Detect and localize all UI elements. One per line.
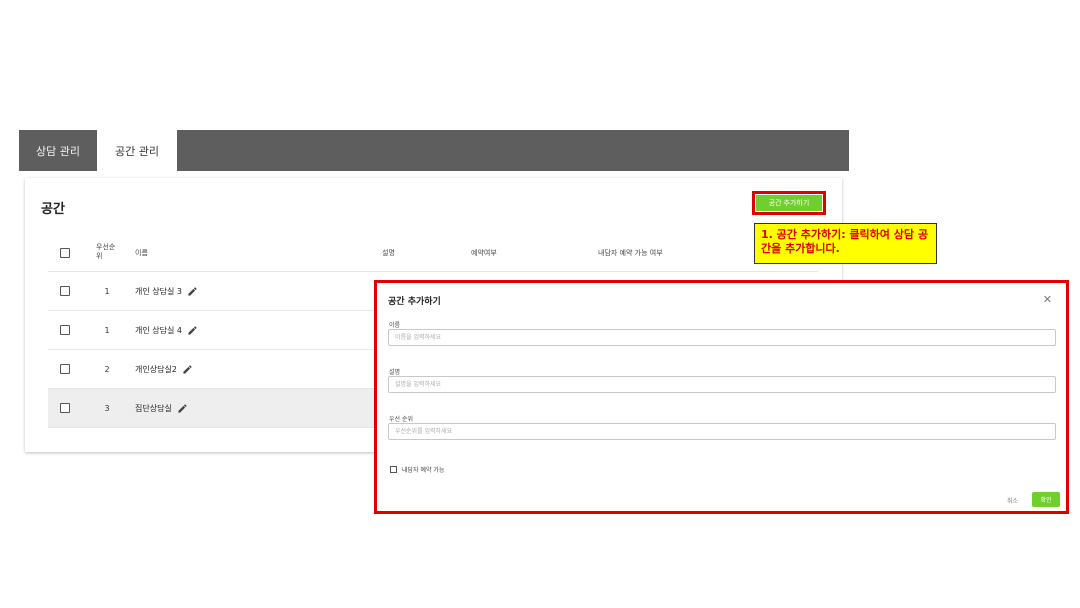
modal-highlight: 공간 추가하기 ✕ 이름 설명 우선 순위 내담자 예약 가능 취소 확인 (374, 280, 1069, 514)
table-header: 우선순위 이름 설명 예약여부 내담자 예약 가능 여부 (48, 236, 818, 272)
pencil-icon[interactable] (187, 286, 198, 297)
close-icon[interactable]: ✕ (1043, 293, 1052, 306)
tab-bar: 상담 관리 공간 관리 (19, 130, 849, 171)
row-checkbox-icon[interactable] (60, 403, 70, 413)
row-priority: 3 (104, 404, 110, 413)
header-description: 설명 (382, 249, 395, 257)
row-name: 집단상담실 (135, 403, 188, 414)
priority-label: 우선 순위 (389, 416, 413, 423)
row-name-text: 집단상담실 (135, 404, 172, 413)
modal-title: 공간 추가하기 (388, 297, 441, 307)
description-input[interactable] (388, 376, 1056, 393)
cancel-button[interactable]: 취소 (1007, 496, 1018, 505)
header-internal-reservation: 내담자 예약 가능 여부 (598, 249, 663, 257)
select-all-checkbox-icon[interactable] (60, 248, 70, 258)
header-name: 이름 (135, 249, 148, 257)
row-name: 개인상담실2 (135, 364, 193, 375)
row-checkbox-icon[interactable] (60, 364, 70, 374)
name-input[interactable] (388, 329, 1056, 346)
confirm-button[interactable]: 확인 (1032, 492, 1060, 507)
description-label: 설명 (389, 369, 401, 376)
add-space-modal: 공간 추가하기 ✕ 이름 설명 우선 순위 내담자 예약 가능 취소 확인 (377, 283, 1066, 511)
add-space-button[interactable]: 공간 추가하기 (756, 195, 822, 211)
client-reservation-option[interactable]: 내담자 예약 가능 (390, 465, 444, 474)
row-name-text: 개인 상담실 4 (135, 326, 182, 335)
section-title: 공간 (41, 202, 65, 217)
row-priority: 1 (104, 326, 110, 335)
add-button-highlight: 공간 추가하기 (752, 191, 826, 215)
pencil-icon[interactable] (187, 325, 198, 336)
name-label: 이름 (389, 322, 401, 329)
annotation-note: 1. 공간 추가하기: 클릭하여 상담 공간을 추가합니다. (754, 223, 937, 264)
tab-consultation-management[interactable]: 상담 관리 (19, 130, 97, 171)
header-priority: 우선순위 (96, 243, 116, 260)
checkbox-icon[interactable] (390, 466, 397, 473)
pencil-icon[interactable] (182, 364, 193, 375)
row-priority: 1 (104, 287, 110, 296)
tab-space-management[interactable]: 공간 관리 (97, 130, 177, 171)
row-name: 개인 상담실 4 (135, 325, 198, 336)
client-reservation-label: 내담자 예약 가능 (402, 467, 445, 474)
row-checkbox-icon[interactable] (60, 325, 70, 335)
row-name-text: 개인상담실2 (135, 365, 177, 374)
pencil-icon[interactable] (177, 403, 188, 414)
row-name-text: 개인 상담실 3 (135, 287, 182, 296)
header-reservation: 예약여부 (471, 249, 497, 257)
row-checkbox-icon[interactable] (60, 286, 70, 296)
row-priority: 2 (104, 365, 110, 374)
row-name: 개인 상담실 3 (135, 286, 198, 297)
priority-input[interactable] (388, 423, 1056, 440)
